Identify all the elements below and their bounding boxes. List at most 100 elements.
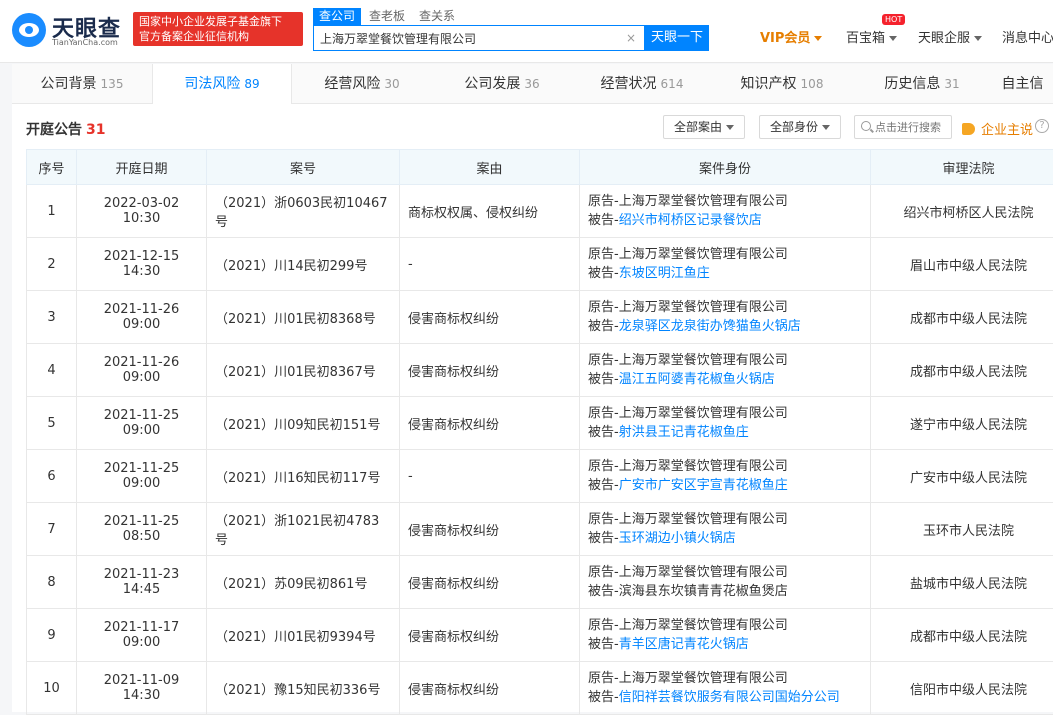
tab-company-background[interactable]: 公司背景135 [12, 64, 152, 104]
tab-count: 36 [524, 77, 539, 91]
logo-subtitle: TianYanCha.com [52, 38, 118, 47]
plaintiff-prefix: 原告- [588, 353, 619, 368]
tab-history-info[interactable]: 历史信息31 [852, 64, 992, 104]
filter-search-input[interactable] [875, 118, 951, 136]
defendant-name[interactable]: 信阳祥芸餐饮服务有限公司国始分公司 [619, 690, 840, 705]
clear-icon[interactable]: × [624, 31, 638, 45]
defendant-prefix: 被告- [588, 425, 619, 440]
defendant-name[interactable]: 绍兴市柯桥区记录餐饮店 [619, 213, 762, 228]
plaintiff-name[interactable]: 上海万翠堂餐饮管理有限公司 [619, 247, 788, 262]
cell-cause: - [400, 238, 580, 291]
treasure-menu[interactable]: 百宝箱 [846, 27, 897, 46]
search-tab-relation[interactable]: 查关系 [413, 8, 461, 25]
cell-identity: 原告-上海万翠堂餐饮管理有限公司被告-信阳祥芸餐饮服务有限公司国始分公司 [580, 662, 871, 715]
defendant-prefix: 被告- [588, 637, 619, 652]
hot-badge: HOT [882, 14, 905, 25]
cell-cause: 侵害商标权纠纷 [400, 662, 580, 715]
cell-cause: - [400, 450, 580, 503]
defendant-name[interactable]: 龙泉驿区龙泉街办馋猫鱼火锅店 [619, 319, 801, 334]
tab-label: 经营状况 [601, 76, 657, 92]
cell-date: 2021-11-26 09:00 [77, 344, 207, 397]
cell-case-no: （2021）川09知民初151号 [207, 397, 400, 450]
defendant-name[interactable]: 青羊区唐记青花火锅店 [619, 637, 749, 652]
logo[interactable]: 天眼查 TianYanCha.com [12, 11, 130, 51]
plaintiff-name[interactable]: 上海万翠堂餐饮管理有限公司 [619, 512, 788, 527]
defendant-prefix: 被告- [588, 478, 619, 493]
defendant-name[interactable]: 广安市广安区宇宣青花椒鱼庄 [619, 478, 788, 493]
cell-date: 2021-11-17 09:00 [77, 609, 207, 662]
cell-date: 2021-11-09 14:30 [77, 662, 207, 715]
col-header-no: 序号 [27, 150, 77, 185]
filter-identity-dropdown[interactable]: 全部身份 [759, 115, 841, 139]
section-tabs: 公司背景135 司法风险89 经营风险30 公司发展36 经营状况614 知识产… [12, 64, 1053, 104]
defendant-name[interactable]: 东坡区明江鱼庄 [619, 266, 710, 281]
gov-badge-line2: 官方备案企业征信机构 [139, 29, 297, 44]
cell-date: 2021-11-25 09:00 [77, 397, 207, 450]
defendant-name[interactable]: 温江五阿婆青花椒鱼火锅店 [619, 372, 775, 387]
plaintiff-name[interactable]: 上海万翠堂餐饮管理有限公司 [619, 406, 788, 421]
tab-self-info[interactable]: 自主信 [992, 64, 1053, 104]
tab-business-status[interactable]: 经营状况614 [572, 64, 712, 104]
search-tab-boss[interactable]: 查老板 [363, 8, 411, 25]
cell-identity: 原告-上海万翠堂餐饮管理有限公司被告-滨海县东坎镇青青花椒鱼煲店 [580, 556, 871, 609]
plaintiff-prefix: 原告- [588, 512, 619, 527]
tab-label: 公司背景 [41, 76, 97, 92]
cell-identity: 原告-上海万翠堂餐饮管理有限公司被告-青羊区唐记青花火锅店 [580, 609, 871, 662]
help-icon[interactable]: ? [1035, 119, 1049, 133]
plaintiff-name[interactable]: 上海万翠堂餐饮管理有限公司 [619, 565, 788, 580]
cell-cause: 侵害商标权纠纷 [400, 609, 580, 662]
defendant-prefix: 被告- [588, 319, 619, 334]
gov-badge: 国家中小企业发展子基金旗下 官方备案企业征信机构 [133, 12, 303, 46]
cell-date: 2022-03-02 10:30 [77, 185, 207, 238]
tab-count: 108 [801, 77, 824, 91]
eye-logo-icon [12, 13, 46, 47]
table-row: 62021-11-25 09:00（2021）川16知民初117号-原告-上海万… [27, 450, 1053, 503]
search-tab-company[interactable]: 查公司 [313, 8, 361, 25]
enterprise-menu[interactable]: 天眼企服 [918, 27, 982, 46]
defendant-line: 被告-滨海县东坎镇青青花椒鱼煲店 [588, 582, 862, 601]
tab-company-development[interactable]: 公司发展36 [432, 64, 572, 104]
tab-intellectual-property[interactable]: 知识产权108 [712, 64, 852, 104]
plaintiff-name[interactable]: 上海万翠堂餐饮管理有限公司 [619, 353, 788, 368]
search-input[interactable] [314, 26, 614, 50]
cell-cause: 侵害商标权纠纷 [400, 556, 580, 609]
filter-cause-dropdown[interactable]: 全部案由 [663, 115, 745, 139]
vip-menu[interactable]: VIP会员 [760, 27, 822, 46]
tab-judicial-risk[interactable]: 司法风险89 [152, 64, 292, 104]
plaintiff-prefix: 原告- [588, 618, 619, 633]
table-header-row: 序号 开庭日期 案号 案由 案件身份 审理法院 [27, 150, 1053, 185]
cell-court: 眉山市中级人民法院 [871, 238, 1053, 291]
plaintiff-name[interactable]: 上海万翠堂餐饮管理有限公司 [619, 671, 788, 686]
cell-court: 成都市中级人民法院 [871, 609, 1053, 662]
plaintiff-name[interactable]: 上海万翠堂餐饮管理有限公司 [619, 459, 788, 474]
chevron-down-icon [889, 36, 897, 41]
cell-case-no: （2021）苏09民初861号 [207, 556, 400, 609]
cell-date: 2021-11-23 14:45 [77, 556, 207, 609]
col-header-date[interactable]: 开庭日期 [77, 150, 207, 185]
search-button[interactable]: 天眼一下 [645, 25, 709, 51]
defendant-prefix: 被告- [588, 531, 619, 546]
cell-court: 遂宁市中级人民法院 [871, 397, 1053, 450]
cell-no: 3 [27, 291, 77, 344]
defendant-name[interactable]: 玉环湖边小镇火锅店 [619, 531, 736, 546]
cell-cause: 商标权权属、侵权纠纷 [400, 185, 580, 238]
table-row: 22021-12-15 14:30（2021）川14民初299号-原告-上海万翠… [27, 238, 1053, 291]
plaintiff-prefix: 原告- [588, 459, 619, 474]
cell-no: 8 [27, 556, 77, 609]
chevron-down-icon [814, 36, 822, 41]
col-header-identity: 案件身份 [580, 150, 871, 185]
tab-operation-risk[interactable]: 经营风险30 [292, 64, 432, 104]
defendant-name[interactable]: 射洪县王记青花椒鱼庄 [619, 425, 749, 440]
search-box: × [313, 25, 645, 51]
owner-says-link[interactable]: 企业主说 [962, 119, 1033, 138]
message-center[interactable]: 消息中心 [1002, 27, 1053, 46]
plaintiff-name[interactable]: 上海万翠堂餐饮管理有限公司 [619, 194, 788, 209]
plaintiff-name[interactable]: 上海万翠堂餐饮管理有限公司 [619, 618, 788, 633]
cell-identity: 原告-上海万翠堂餐饮管理有限公司被告-射洪县王记青花椒鱼庄 [580, 397, 871, 450]
cell-no: 6 [27, 450, 77, 503]
plaintiff-name[interactable]: 上海万翠堂餐饮管理有限公司 [619, 300, 788, 315]
cell-case-no: （2021）川01民初8368号 [207, 291, 400, 344]
cell-court: 绍兴市柯桥区人民法院 [871, 185, 1053, 238]
plaintiff-line: 原告-上海万翠堂餐饮管理有限公司 [588, 404, 862, 423]
enterprise-label: 天眼企服 [918, 31, 970, 46]
